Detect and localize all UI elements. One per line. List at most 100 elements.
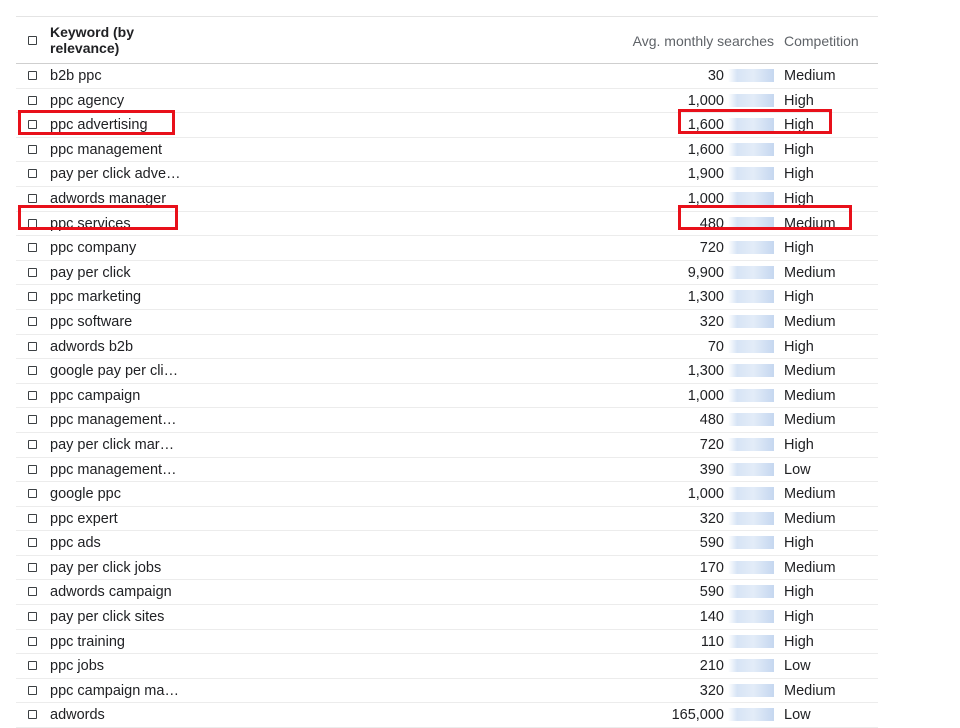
row-checkbox[interactable] — [28, 439, 37, 449]
trend-sparkline — [728, 265, 774, 279]
trend-sparkline — [728, 683, 774, 697]
trend-sparkline — [728, 364, 774, 378]
keyword-cell: ppc marketing — [50, 289, 142, 306]
table-row[interactable]: ppc expert 320 Medium — [16, 507, 878, 532]
avg-monthly-searches-column-header[interactable]: Avg. monthly searches — [633, 33, 774, 49]
keyword-cell: ppc management… — [50, 461, 177, 478]
table-row[interactable]: ppc services 480 Medium — [16, 212, 878, 237]
table-row[interactable]: ppc campaign 1,000 Medium — [16, 384, 878, 409]
competition-cell: Low — [784, 658, 811, 675]
table-row[interactable]: pay per click adve… 1,900 High — [16, 162, 878, 187]
keyword-cell: ppc training — [50, 633, 125, 650]
row-checkbox[interactable] — [28, 562, 37, 572]
keyword-cell: pay per click — [50, 264, 131, 281]
table-row[interactable]: ppc ads 590 High — [16, 531, 878, 556]
table-row[interactable]: adwords manager 1,000 High — [16, 187, 878, 212]
table-row[interactable]: adwords b2b 70 High — [16, 335, 878, 360]
row-checkbox[interactable] — [28, 513, 37, 523]
row-checkbox[interactable] — [28, 612, 37, 622]
avg-monthly-searches-cell: 30 — [707, 68, 724, 84]
keyword-cell: ppc agency — [50, 92, 125, 109]
table-row[interactable]: ppc marketing 1,300 High — [16, 285, 878, 310]
table-row[interactable]: pay per click 9,900 Medium — [16, 261, 878, 286]
row-checkbox[interactable] — [28, 144, 37, 154]
keyword-cell: adwords b2b — [50, 338, 134, 355]
row-checkbox[interactable] — [28, 710, 37, 720]
table-row[interactable]: ppc company 720 High — [16, 236, 878, 261]
table-row[interactable]: ppc advertising 1,600 High — [16, 113, 878, 138]
select-all-checkbox[interactable] — [28, 36, 37, 45]
table-row[interactable]: pay per click sites 140 High — [16, 605, 878, 630]
row-checkbox[interactable] — [28, 587, 37, 597]
table-row[interactable]: pay per click jobs 170 Medium — [16, 556, 878, 581]
row-checkbox[interactable] — [28, 71, 37, 80]
avg-monthly-searches-cell: 720 — [699, 240, 724, 257]
row-checkbox[interactable] — [28, 341, 37, 351]
keyword-cell: b2b ppc — [50, 68, 102, 84]
avg-monthly-searches-cell: 320 — [699, 510, 724, 527]
row-checkbox[interactable] — [28, 415, 37, 425]
table-row[interactable]: adwords campaign 590 High — [16, 580, 878, 606]
avg-monthly-searches-cell: 720 — [699, 436, 724, 453]
row-checkbox[interactable] — [28, 292, 37, 302]
trend-sparkline — [728, 69, 774, 82]
keyword-cell: ppc jobs — [50, 658, 105, 675]
row-checkbox[interactable] — [28, 390, 37, 400]
row-checkbox[interactable] — [28, 267, 37, 277]
avg-monthly-searches-cell: 1,600 — [687, 141, 724, 158]
row-checkbox[interactable] — [28, 316, 37, 326]
row-checkbox[interactable] — [28, 685, 37, 695]
avg-monthly-searches-cell: 1,000 — [687, 92, 724, 109]
table-row[interactable]: ppc agency 1,000 High — [16, 89, 878, 114]
trend-sparkline — [728, 388, 774, 402]
row-checkbox[interactable] — [28, 538, 37, 548]
row-checkbox[interactable] — [28, 464, 37, 474]
keyword-cell: adwords — [50, 707, 105, 724]
competition-cell: Medium — [784, 363, 836, 380]
row-checkbox[interactable] — [28, 661, 37, 671]
row-checkbox[interactable] — [28, 636, 37, 646]
trend-sparkline — [728, 191, 774, 205]
table-row[interactable]: ppc training 110 High — [16, 630, 878, 655]
avg-monthly-searches-cell: 1,900 — [687, 166, 724, 183]
competition-cell: Medium — [784, 264, 836, 281]
avg-monthly-searches-cell: 1,000 — [687, 190, 724, 207]
table-row[interactable]: adwords 165,000 Low — [16, 703, 878, 728]
table-row[interactable]: ppc management… 390 Low — [16, 458, 878, 483]
competition-cell: Low — [784, 461, 811, 478]
table-row[interactable]: ppc management… 480 Medium — [16, 408, 878, 433]
competition-cell: Medium — [784, 486, 836, 503]
row-checkbox[interactable] — [28, 193, 37, 203]
row-checkbox[interactable] — [28, 243, 37, 253]
table-row[interactable]: google pay per cli… 1,300 Medium — [16, 359, 878, 384]
table-row[interactable]: b2b ppc 30 Medium — [16, 64, 878, 89]
keyword-cell: ppc ads — [50, 535, 101, 552]
competition-cell: Medium — [784, 215, 836, 232]
row-checkbox[interactable] — [28, 489, 37, 499]
row-checkbox[interactable] — [28, 366, 37, 376]
competition-cell: High — [784, 609, 814, 626]
table-row[interactable]: ppc jobs 210 Low — [16, 654, 878, 679]
competition-cell: High — [784, 166, 814, 183]
trend-sparkline — [728, 634, 774, 648]
row-checkbox[interactable] — [28, 95, 37, 105]
table-row[interactable]: ppc management 1,600 High — [16, 138, 878, 163]
avg-monthly-searches-cell: 110 — [700, 633, 724, 650]
table-row[interactable]: ppc software 320 Medium — [16, 310, 878, 335]
keyword-cell: ppc management — [50, 141, 163, 158]
keyword-table: Keyword (by relevance) Avg. monthly sear… — [16, 16, 878, 728]
keyword-cell: pay per click mar… — [50, 436, 175, 453]
table-row[interactable]: google ppc 1,000 Medium — [16, 482, 878, 507]
row-checkbox[interactable] — [28, 169, 37, 179]
keyword-column-header[interactable]: Keyword (by relevance) — [50, 24, 190, 56]
avg-monthly-searches-cell: 480 — [699, 412, 724, 429]
trend-sparkline — [728, 487, 774, 501]
table-row[interactable]: pay per click mar… 720 High — [16, 433, 878, 458]
competition-column-header[interactable]: Competition — [784, 33, 859, 49]
trend-sparkline — [728, 167, 774, 181]
table-row[interactable]: ppc campaign ma… 320 Medium — [16, 679, 878, 704]
keyword-cell: ppc campaign — [50, 387, 141, 404]
keyword-cell: pay per click adve… — [50, 166, 181, 183]
row-checkbox[interactable] — [28, 120, 37, 130]
row-checkbox[interactable] — [28, 218, 37, 228]
